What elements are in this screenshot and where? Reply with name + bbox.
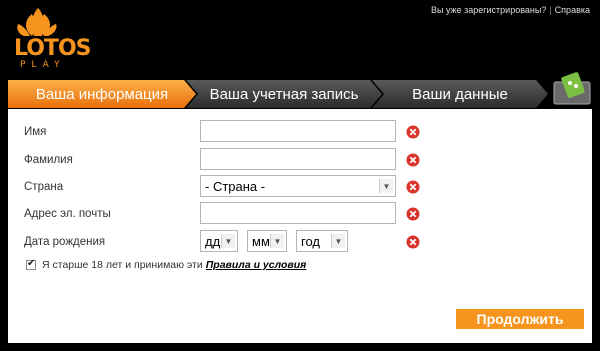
help-link[interactable]: Справка [555,5,590,15]
age-terms-agreement: Я старше 18 лет и принимаю эти Правила и… [26,258,307,271]
day-select[interactable]: дд ▼ [200,230,238,252]
step-your-account[interactable]: Ваша учетная запись [186,80,382,108]
first-name-input[interactable] [200,120,396,142]
first-name-label: Имя [24,126,47,138]
email-label: Адрес эл. почты [24,208,111,220]
last-name-row: Фамилия [8,148,592,172]
birth-date-label: Дата рождения [24,236,106,248]
year-select-value: год [301,233,320,249]
header: LOTOS PLAY Вы уже зарегистрированы? | Спра… [0,0,600,84]
country-select[interactable]: - Страна - ▼ [200,175,396,197]
chevron-down-icon: ▼ [221,234,235,248]
agree-text: Я старше 18 лет и принимаю эти [42,259,203,271]
registration-steps: Ваши данные Ваша учетная запись Ваша инф… [8,80,548,108]
birth-date-row: Дата рождения дд ▼ мм ▼ год ▼ [8,230,592,254]
error-icon [406,180,420,194]
month-select[interactable]: мм ▼ [247,230,287,252]
link-separator: | [549,5,552,15]
step-your-data[interactable]: Ваши данные [372,80,548,108]
email-row: Адрес эл. почты [8,202,592,226]
last-name-label: Фамилия [24,154,73,166]
step-your-info[interactable]: Ваша информация [8,80,196,108]
country-select-value: - Страна - [205,178,266,194]
first-name-row: Имя [8,120,592,144]
terms-link[interactable]: Правила и условия [206,259,307,271]
logo-subtext: PLAY [20,60,66,70]
month-select-value: мм [252,233,270,249]
registration-form: Имя Фамилия Страна - Страна - ▼ Адрес эл… [8,109,592,343]
already-registered-link[interactable]: Вы уже зарегистрированы? [431,5,546,15]
logo-text: LOTOS [14,36,91,61]
gift-bonus-icon[interactable] [552,72,592,106]
country-label: Страна [24,181,64,193]
chevron-down-icon: ▼ [379,179,393,193]
email-input[interactable] [200,202,396,224]
country-row: Страна - Страна - ▼ [8,175,592,199]
error-icon [406,153,420,167]
step-2-label: Ваша учетная запись [209,85,359,103]
top-links: Вы уже зарегистрированы? | Справка [431,5,590,15]
step-1-label: Ваша информация [35,85,169,103]
error-icon [406,235,420,249]
year-select[interactable]: год ▼ [296,230,348,252]
chevron-down-icon: ▼ [331,234,345,248]
day-select-value: дд [205,233,221,249]
chevron-down-icon: ▼ [270,234,284,248]
step-3-label: Ваши данные [412,85,508,103]
error-icon [406,125,420,139]
continue-button[interactable]: Продолжить [456,309,584,329]
last-name-input[interactable] [200,148,396,170]
error-icon [406,207,420,221]
agree-checkbox[interactable] [26,258,36,270]
lotos-logo[interactable]: LOTOS PLAY [14,6,94,76]
